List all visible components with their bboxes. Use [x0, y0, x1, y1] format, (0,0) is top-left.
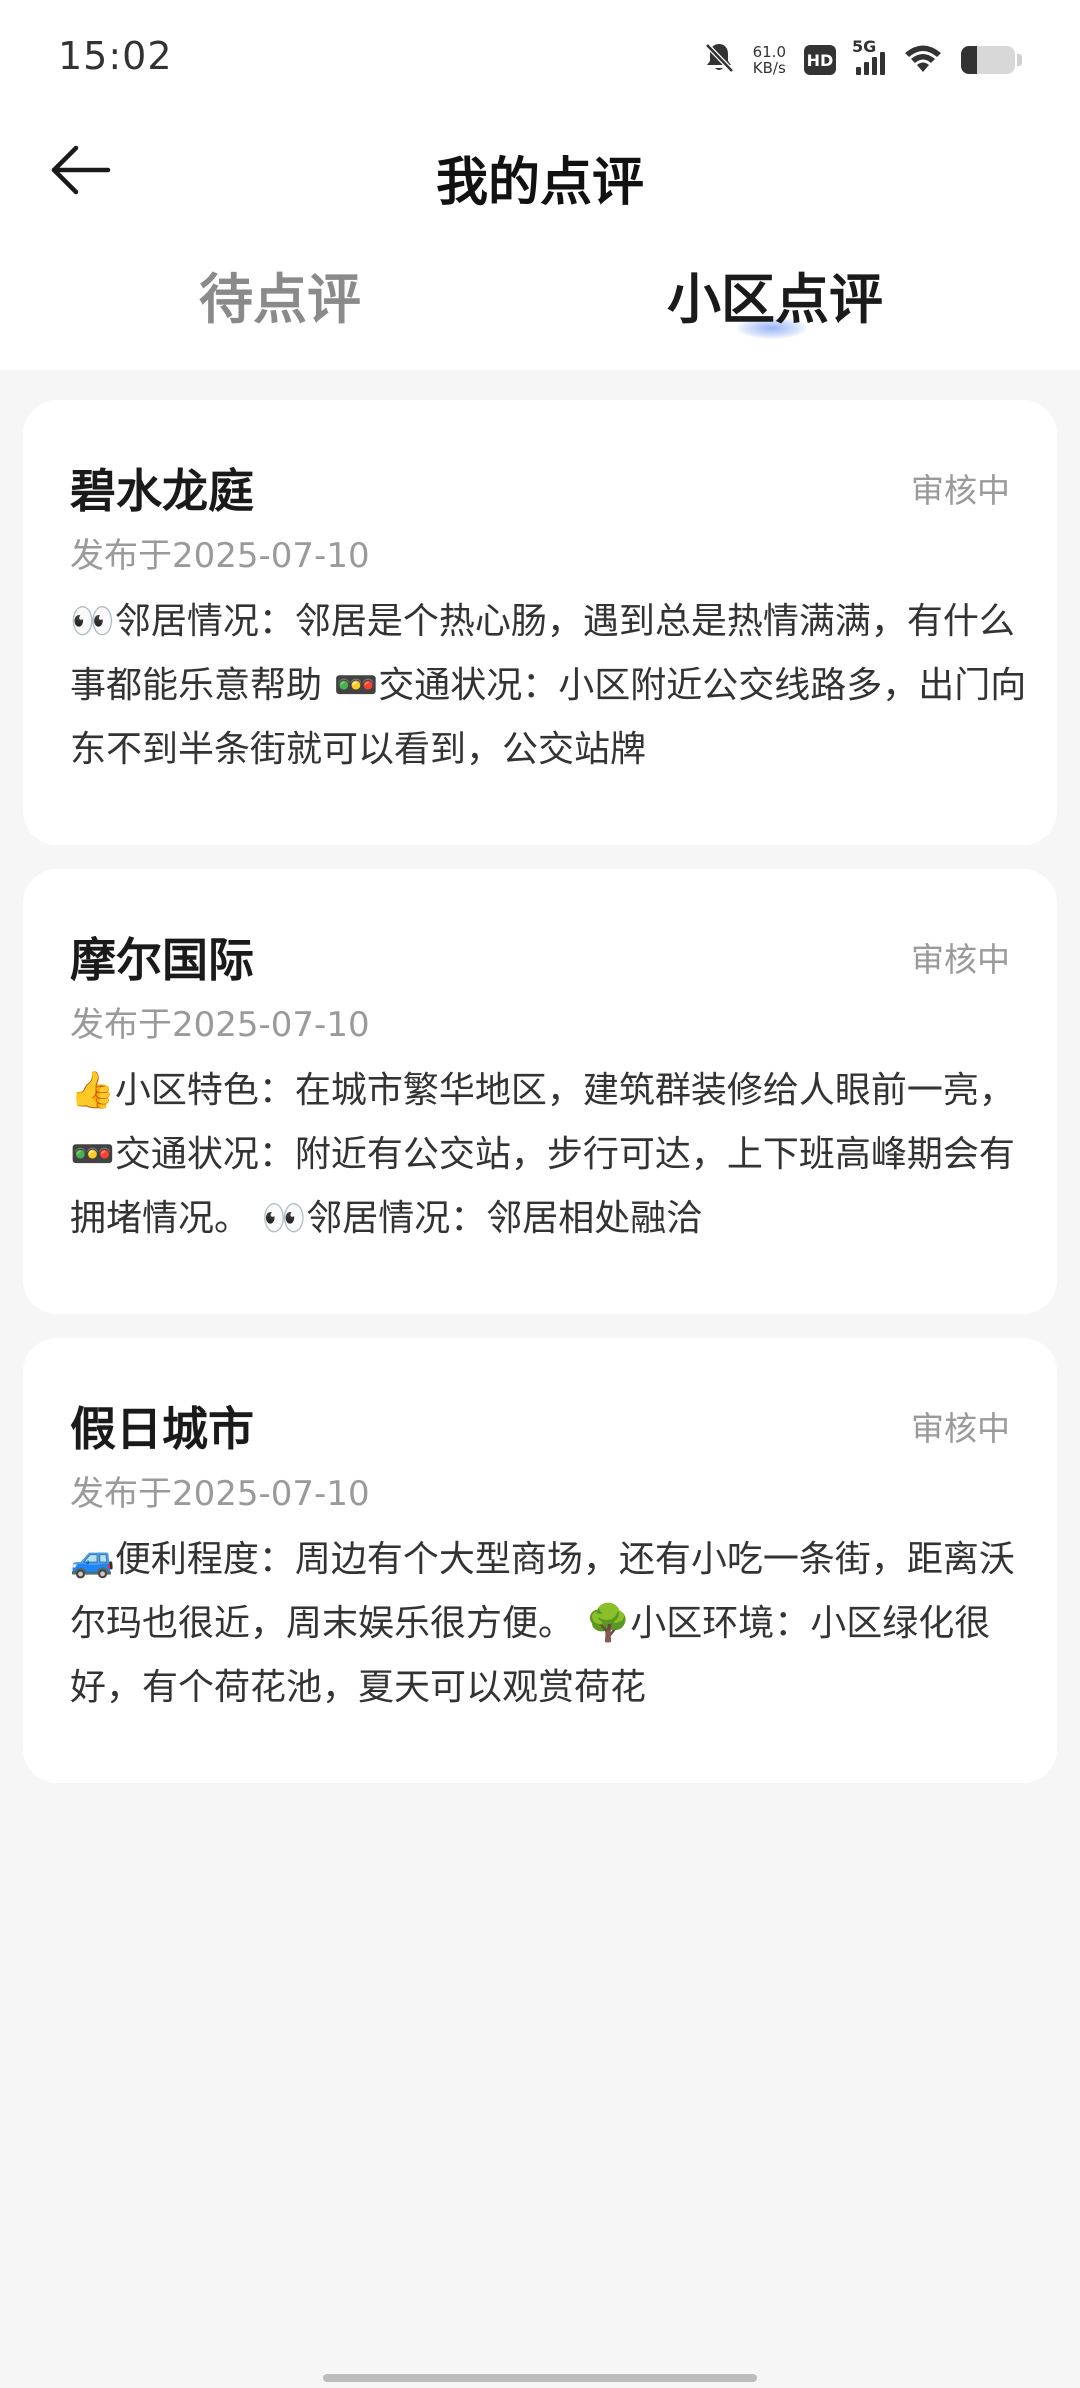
battery-icon [961, 46, 1022, 74]
community-name: 碧水龙庭 [70, 464, 254, 518]
tab-label: 待点评 [199, 268, 361, 331]
publish-date: 发布于2025-07-10 [70, 1474, 370, 1514]
wifi-icon [903, 42, 943, 78]
tab-label: 小区点评 [667, 268, 883, 331]
community-name: 摩尔国际 [70, 933, 254, 987]
status-bar: 15:02 61.0 KB/s HD 5G [0, 0, 1080, 120]
review-content: 👀邻居情况：邻居是个热心肠，遇到总是热情满满，有什么事都能乐意帮助 🚥交通状况：… [70, 601, 1027, 770]
net-speed-value: 61.0 [752, 43, 786, 61]
community-name: 假日城市 [70, 1402, 254, 1456]
review-status: 审核中 [911, 940, 1010, 979]
top-area: 15:02 61.0 KB/s HD 5G 我的点评 待点评 小区点评 [0, 0, 1080, 370]
hd-badge: HD [804, 45, 836, 75]
review-content: 🚙便利程度：周边有个大型商场，还有小吃一条街，距离沃尔玛也很近，周末娱乐很方便。… [70, 1539, 1015, 1708]
review-content: 👍小区特色：在城市繁华地区，建筑群装修给人眼前一亮， 🚥交通状况：附近有公交站，… [70, 1070, 1015, 1239]
status-time: 15:02 [58, 34, 173, 78]
home-indicator[interactable] [323, 2374, 757, 2382]
review-card[interactable]: 碧水龙庭 审核中 发布于2025-07-10 👀邻居情况：邻居是个热心肠，遇到总… [23, 400, 1057, 845]
publish-date: 发布于2025-07-10 [70, 1005, 370, 1045]
review-status: 审核中 [911, 1409, 1010, 1448]
status-icons: 61.0 KB/s HD 5G [703, 36, 1022, 84]
cellular-signal-icon: 5G [852, 37, 885, 75]
review-card[interactable]: 假日城市 审核中 发布于2025-07-10 🚙便利程度：周边有个大型商场，还有… [23, 1338, 1057, 1783]
tab-pending-review[interactable]: 待点评 [80, 255, 480, 334]
net-speed: 61.0 KB/s [753, 44, 786, 76]
page-title: 我的点评 [435, 153, 644, 213]
mute-bell-icon [703, 41, 735, 79]
tab-community-review[interactable]: 小区点评 [575, 255, 975, 334]
review-card[interactable]: 摩尔国际 审核中 发布于2025-07-10 👍小区特色：在城市繁华地区，建筑群… [23, 869, 1057, 1314]
net-speed-unit: KB/s [752, 59, 786, 77]
review-status: 审核中 [911, 471, 1010, 510]
tab-bar: 待点评 小区点评 [0, 255, 1080, 355]
publish-date: 发布于2025-07-10 [70, 536, 370, 576]
signal-label: 5G [852, 37, 877, 56]
app-header: 我的点评 [0, 120, 1080, 220]
